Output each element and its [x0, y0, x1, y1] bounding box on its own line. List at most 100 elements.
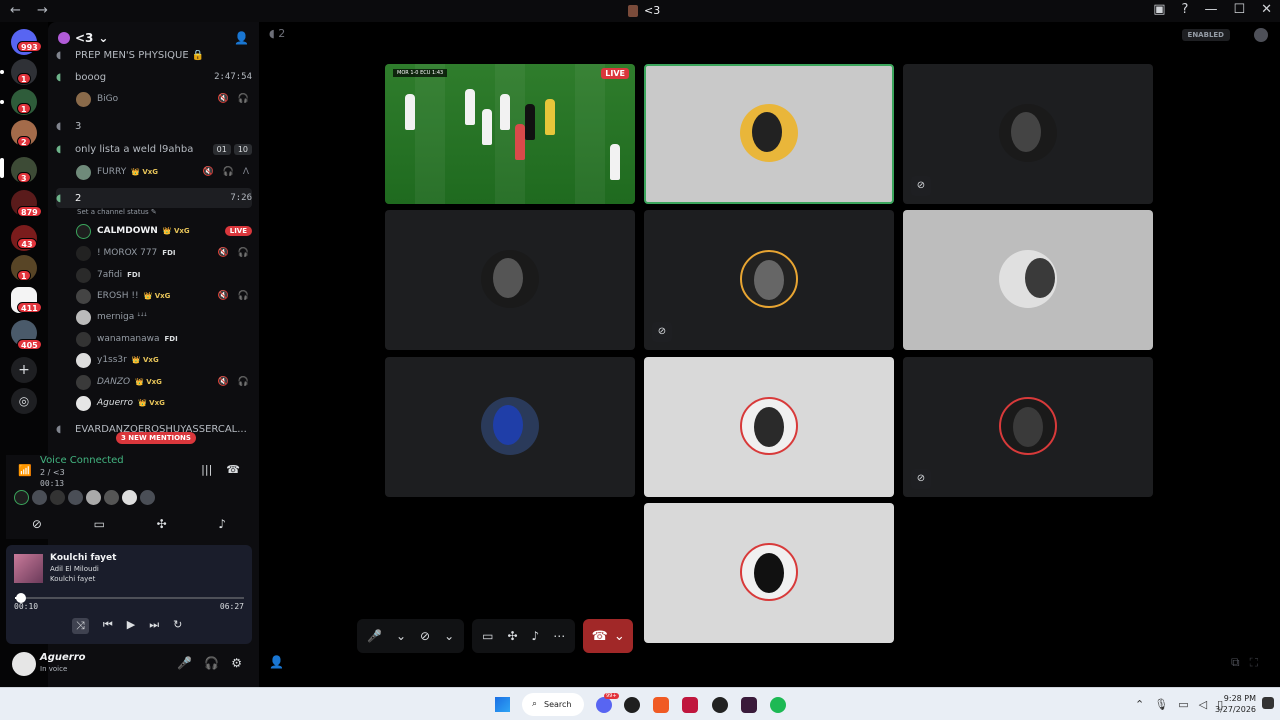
settings-gear-icon[interactable]: ⚙	[231, 656, 242, 670]
participant-tile[interactable]	[903, 210, 1153, 350]
camera-off-icon[interactable]: ⊘	[420, 629, 430, 643]
minimize-button[interactable]: —	[1204, 2, 1217, 17]
inbox-icon[interactable]: ▣	[1153, 2, 1165, 17]
screen-share-icon[interactable]: ▭	[482, 629, 493, 643]
voice-user[interactable]: CALMDOWN 👑 VxG LIVE	[76, 221, 252, 241]
voice-channel-selected[interactable]: ◖ 2 7:26	[56, 188, 252, 208]
participant-tile[interactable]	[385, 210, 635, 350]
avatar[interactable]	[86, 490, 101, 505]
participant-tile[interactable]	[644, 503, 894, 643]
voice-user[interactable]: DANZO 👑 VxG 🔇 🎧	[76, 372, 252, 392]
maximize-button[interactable]: ☐	[1233, 2, 1245, 17]
voice-user[interactable]: merniga ꜜꜜꜜ	[76, 307, 252, 327]
microphone-icon[interactable]: 🎤	[367, 629, 382, 643]
close-button[interactable]: ✕	[1261, 2, 1272, 17]
help-icon[interactable]: ?	[1182, 2, 1189, 17]
shuffle-icon[interactable]: ⤨	[72, 618, 89, 634]
invite-icon[interactable]: 👤	[234, 31, 249, 45]
taskbar-search[interactable]: ⌕ Search	[522, 693, 584, 716]
chevron-up-icon[interactable]: ⌃	[1135, 698, 1144, 711]
voice-user[interactable]: y1ss3r 👑 VxG	[76, 350, 252, 370]
current-user-name[interactable]: Aguerro	[40, 652, 86, 663]
enabled-badge[interactable]: ENABLED	[1181, 29, 1230, 41]
song-artist[interactable]: Adil El Miloudi	[50, 565, 99, 573]
signal-icon[interactable]: 📶	[18, 464, 32, 477]
avatar[interactable]	[140, 490, 155, 505]
soundboard-icon[interactable]: ♪	[218, 517, 226, 531]
more-icon[interactable]: ⋯	[553, 629, 565, 643]
next-icon[interactable]: ⏭	[149, 618, 159, 634]
volume-icon[interactable]: ◁	[1199, 698, 1207, 711]
avatar[interactable]	[32, 490, 47, 505]
brave-app-icon[interactable]	[653, 697, 669, 713]
notification-icon[interactable]	[1262, 697, 1274, 709]
new-mentions-pill[interactable]: 3 NEW MENTIONS	[116, 432, 196, 444]
voice-user[interactable]: 7afidi FDI	[76, 265, 252, 285]
participant-tile[interactable]	[385, 357, 635, 497]
voice-channel[interactable]: ◖ booog 2:47:54	[56, 67, 252, 87]
previous-icon[interactable]: ⏮	[103, 618, 113, 634]
noise-suppression-icon[interactable]: |||	[201, 463, 212, 476]
activities-icon[interactable]: ✣	[507, 629, 517, 643]
popout-fullscreen-icons[interactable]: ⧉⛶	[1231, 655, 1268, 670]
voice-user[interactable]: FURRY 👑 VxG 🔇 🎧 Λ	[76, 162, 252, 182]
avatar[interactable]	[50, 490, 65, 505]
app-icon[interactable]	[712, 697, 728, 713]
screen-share-icon[interactable]: ▭	[94, 517, 105, 531]
voice-channel[interactable]: ◖ 3	[56, 116, 252, 136]
voice-user[interactable]: wanamanawa FDI	[76, 329, 252, 349]
progress-bar[interactable]	[15, 593, 244, 603]
song-title[interactable]: Koulchi fayet	[50, 553, 116, 563]
channel-name: PREP MEN'S PHYSIQUE 🔒	[75, 49, 205, 61]
avatar[interactable]	[122, 490, 137, 505]
camera-off-icon[interactable]: ⊘	[32, 517, 42, 531]
participant-tile[interactable]: ⊘	[903, 357, 1153, 497]
activities-icon[interactable]: ✣	[157, 517, 167, 531]
add-server-icon[interactable]: +	[11, 357, 37, 383]
app-icon[interactable]	[682, 697, 698, 713]
spotify-app-icon[interactable]	[770, 697, 786, 713]
voice-channel-path[interactable]: 2 / <3	[40, 468, 65, 477]
voice-user[interactable]: BiGo 🔇 🎧	[76, 89, 252, 109]
voice-user[interactable]: ! MOROX 777 FDI 🔇 🎧	[76, 243, 252, 263]
participant-tile[interactable]: ⊘	[644, 210, 894, 350]
microphone-icon[interactable]: 🎤	[177, 656, 192, 670]
repeat-icon[interactable]: ↻	[173, 618, 182, 634]
mute-deafen-icons: 🔇 🎧 Λ	[202, 167, 252, 177]
avatar[interactable]	[68, 490, 83, 505]
play-icon[interactable]: ▶	[127, 618, 135, 634]
chevron-down-icon[interactable]: ⌄	[444, 629, 454, 643]
app-icon[interactable]	[741, 697, 757, 713]
participant-tile[interactable]: ⊘	[903, 64, 1153, 204]
disconnect-button[interactable]: ☎ ⌄	[583, 619, 634, 653]
voice-user[interactable]: Aguerro 👑 VxG	[76, 393, 252, 413]
song-album: Koulchi fayet	[50, 575, 96, 583]
participant-tile-speaking[interactable]	[644, 64, 894, 204]
voice-user[interactable]: EROSH !! 👑 VxG 🔇 🎧	[76, 286, 252, 306]
avatar[interactable]	[14, 490, 29, 505]
more-options-icon[interactable]	[1254, 28, 1268, 42]
invite-to-call-icon[interactable]: 👤	[269, 655, 284, 669]
nav-arrows[interactable]: ← →	[10, 3, 54, 18]
chrome-app-icon[interactable]	[624, 697, 640, 713]
system-clock[interactable]: 9:28 PM 3/27/2026	[1215, 693, 1256, 715]
voice-channel[interactable]: ◖ PREP MEN'S PHYSIQUE 🔒	[56, 45, 252, 65]
participant-tile[interactable]	[644, 357, 894, 497]
headphones-icon[interactable]: 🎧	[204, 656, 219, 670]
album-art[interactable]	[14, 554, 43, 583]
stream-tile[interactable]: MOR 1-0 ECU 1:43 LIVE	[385, 64, 635, 204]
microphone-icon[interactable]: 🎙	[1154, 698, 1168, 711]
avatar[interactable]	[104, 490, 119, 505]
disconnect-icon[interactable]: ☎	[226, 463, 240, 476]
set-channel-status[interactable]: Set a channel status ✎	[77, 208, 157, 216]
chevron-down-icon[interactable]: ⌄	[396, 629, 406, 643]
discord-app-icon[interactable]	[596, 697, 612, 713]
network-icon[interactable]: ▭	[1178, 698, 1188, 711]
start-icon[interactable]	[495, 697, 510, 712]
discover-icon[interactable]: ◎	[11, 388, 37, 414]
avatar[interactable]	[12, 652, 36, 676]
voice-status[interactable]: Voice Connected	[40, 455, 124, 466]
soundboard-icon[interactable]: ♪	[532, 629, 540, 643]
camera-off-icon: ⊘	[911, 469, 931, 489]
voice-channel[interactable]: ◖ only lista a weld l9ahba 01 10	[56, 139, 252, 159]
